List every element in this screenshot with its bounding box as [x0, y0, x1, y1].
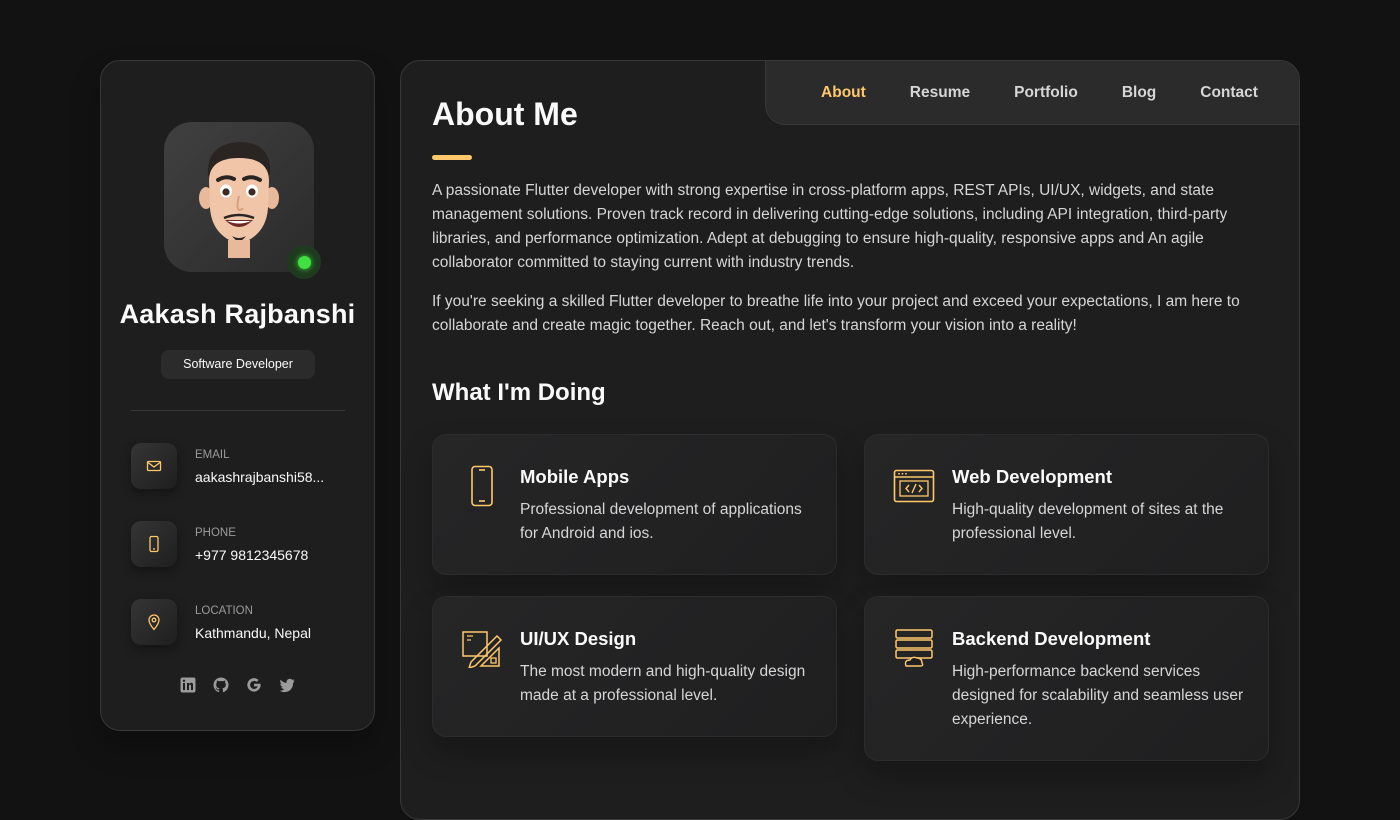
- contact-value-email[interactable]: aakashrajbanshi58...: [195, 469, 345, 485]
- online-status-indicator: [287, 245, 321, 279]
- location-pin-icon: [131, 599, 177, 645]
- sidebar: Aakash Rajbanshi Software Developer Emai…: [100, 60, 375, 731]
- service-card-web: Web Development High-quality development…: [864, 434, 1269, 575]
- mobile-icon: [461, 465, 503, 507]
- contact-value-phone[interactable]: +977 9812345678: [195, 547, 345, 563]
- social-links: [101, 677, 374, 693]
- memoji-avatar-icon: [199, 142, 279, 258]
- avatar: [164, 122, 321, 279]
- server-icon: [893, 627, 935, 669]
- service-title: Mobile Apps: [520, 466, 630, 487]
- sidebar-separator: [131, 410, 345, 411]
- github-icon[interactable]: [213, 677, 229, 693]
- page-title: About Me: [432, 96, 578, 132]
- about-paragraph-1: A passionate Flutter developer with stro…: [432, 182, 1228, 271]
- contact-label-phone: Phone: [195, 527, 236, 539]
- service-card-mobile: Mobile Apps Professional development of …: [432, 434, 837, 575]
- contact-item-location: Location Kathmandu, Nepal: [131, 599, 361, 647]
- profile-title-badge: Software Developer: [161, 350, 315, 379]
- service-card-backend: Backend Development High-performance bac…: [864, 596, 1269, 761]
- service-card-uiux: UI/UX Design The most modern and high-qu…: [432, 596, 837, 737]
- title-underline: [432, 155, 472, 160]
- nav-link-contact[interactable]: Contact: [1200, 84, 1258, 102]
- nav-link-blog[interactable]: Blog: [1122, 84, 1156, 102]
- main-content: About Resume Portfolio Blog Contact Abou…: [400, 60, 1300, 820]
- design-tools-icon: [461, 627, 503, 669]
- nav-link-about[interactable]: About: [821, 84, 866, 102]
- services-title: What I'm Doing: [432, 379, 606, 406]
- service-text: The most modern and high-quality design …: [520, 663, 806, 704]
- nav-link-portfolio[interactable]: Portfolio: [1014, 84, 1078, 102]
- service-title: Backend Development: [952, 628, 1151, 649]
- service-text: High-quality development of sites at the…: [952, 501, 1224, 542]
- profile-name: Aakash Rajbanshi: [119, 299, 356, 329]
- contact-value-location: Kathmandu, Nepal: [195, 625, 311, 641]
- service-text: Professional development of applications…: [520, 501, 802, 542]
- contact-item-phone: Phone +977 9812345678: [131, 521, 361, 569]
- linkedin-icon[interactable]: [180, 677, 196, 693]
- contact-label-email: Email: [195, 449, 230, 461]
- google-icon[interactable]: [246, 677, 262, 693]
- contact-item-email: Email aakashrajbanshi58...: [131, 443, 361, 491]
- mail-icon: [131, 443, 177, 489]
- service-text: High-performance backend services design…: [952, 663, 1244, 728]
- nav-link-resume[interactable]: Resume: [910, 84, 970, 102]
- navbar: About Resume Portfolio Blog Contact: [765, 61, 1299, 125]
- twitter-icon[interactable]: [279, 677, 295, 693]
- service-title: UI/UX Design: [520, 628, 637, 649]
- about-paragraph-2: If you're seeking a skilled Flutter deve…: [432, 293, 1240, 334]
- contact-label-location: Location: [195, 605, 253, 617]
- phone-icon: [131, 521, 177, 567]
- code-window-icon: [893, 465, 935, 507]
- service-title: Web Development: [952, 466, 1113, 487]
